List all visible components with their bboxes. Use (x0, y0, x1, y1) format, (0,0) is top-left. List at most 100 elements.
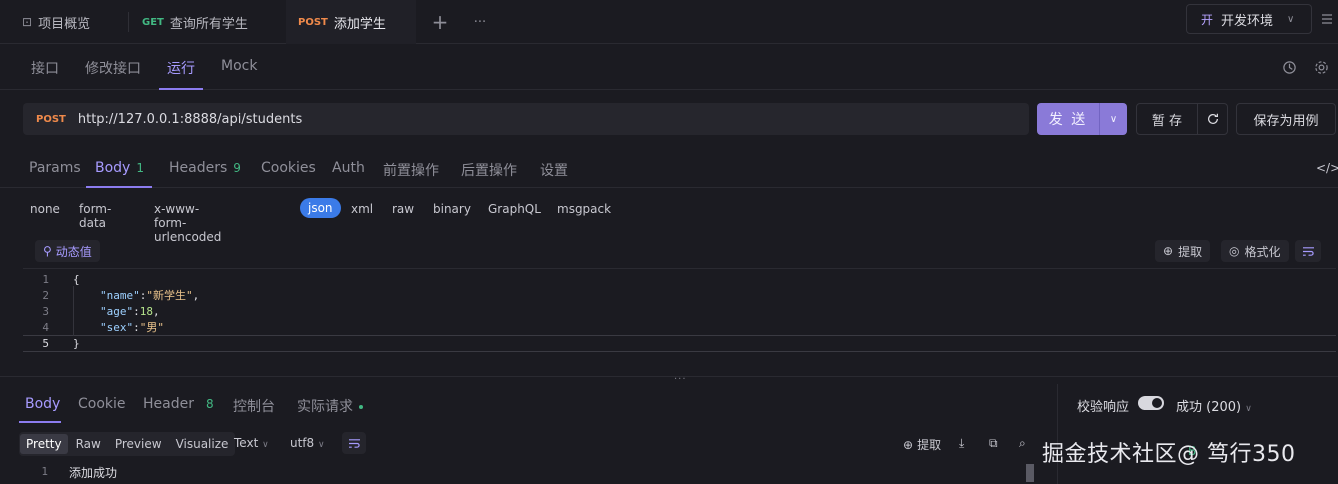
view-preview[interactable]: Preview (109, 434, 168, 454)
reset-button[interactable] (1197, 103, 1228, 135)
tab-post-ops[interactable]: 后置操作 (461, 160, 517, 180)
scrollbar[interactable] (1026, 464, 1034, 482)
method-post-badge: POST (298, 16, 328, 28)
request-tabs: Params Body 1 Headers 9 Cookies Auth 前置操作 … (0, 148, 1338, 188)
format-select[interactable]: Text ∨ (234, 436, 269, 450)
resp-tab-actual-label: 实际请求 (297, 399, 353, 415)
json-key: "sex" (100, 321, 134, 334)
save-temp-label: 暂 存 (1151, 113, 1183, 129)
code-line-current: 5 } (23, 335, 1336, 352)
url-text[interactable]: http://127.0.0.1:8888/api/students (78, 112, 302, 127)
tab-get-students[interactable]: GET 查询所有学生 (142, 0, 248, 44)
env-badge: 开 (1201, 12, 1214, 27)
resp-extract-button[interactable]: ⊕ 提取 (903, 436, 941, 453)
body-type-xml[interactable]: xml (351, 202, 373, 216)
body-type-none[interactable]: none (30, 202, 60, 216)
url-input[interactable]: POST http://127.0.0.1:8888/api/students (23, 103, 1029, 135)
code-icon[interactable]: </> (1316, 161, 1338, 175)
tab-cookies[interactable]: Cookies (261, 160, 316, 176)
env-label: 开发环境 (1221, 13, 1274, 29)
response-body[interactable]: 1 添加成功 (0, 462, 1040, 484)
body-type-graphql[interactable]: GraphQL (488, 202, 541, 216)
resp-tab-console[interactable]: 控制台 (233, 396, 275, 416)
tab-headers-label: Headers (169, 160, 228, 176)
environment-select[interactable]: 开 开发环境 ∨ (1186, 4, 1312, 34)
tab-params[interactable]: Params (29, 160, 81, 176)
code-text: } (73, 337, 80, 350)
send-dropdown[interactable]: ∨ (1099, 103, 1127, 135)
settings-button[interactable] (1312, 58, 1330, 76)
save-case-label: 保存为用例 (1253, 113, 1319, 129)
download-icon: ⤓ (959, 436, 965, 450)
json-key: "age" (100, 304, 134, 318)
resp-tab-cookie[interactable]: Cookie (78, 396, 126, 412)
body-type-raw[interactable]: raw (392, 202, 414, 216)
menu-button[interactable] (1318, 10, 1336, 28)
subnav-edit-interface[interactable]: 修改接口 (85, 58, 141, 78)
code-line: 3 "age":18, (23, 303, 1336, 319)
format-label: 格式化 (1244, 244, 1281, 259)
body-type-json[interactable]: json (300, 198, 341, 218)
subnav-mock[interactable]: Mock (221, 58, 257, 74)
copy-icon: ⧉ (989, 436, 998, 450)
line-number: 5 (42, 337, 49, 350)
resp-tab-actual-request[interactable]: 实际请求 (297, 396, 363, 416)
body-type-binary[interactable]: binary (433, 202, 471, 216)
body-type-form-data[interactable]: form-data (79, 202, 111, 230)
history-button[interactable] (1280, 58, 1298, 76)
view-raw[interactable]: Raw (70, 434, 107, 454)
search-icon: ⌕ (1019, 436, 1026, 450)
tab-settings[interactable]: 设置 (540, 160, 568, 180)
resp-tab-header[interactable]: Header 8 (143, 396, 214, 412)
save-as-case-button[interactable]: 保存为用例 (1236, 103, 1336, 135)
view-pretty[interactable]: Pretty (20, 434, 68, 454)
response-text: 添加成功 (69, 466, 118, 480)
tab-body-label: Body (95, 160, 131, 176)
response-view-switch: Pretty Raw Preview Visualize (19, 432, 236, 456)
body-type-msgpack[interactable]: msgpack (557, 202, 611, 216)
tab-post-add-student[interactable]: POST 添加学生 (286, 0, 416, 44)
validate-response-toggle[interactable] (1138, 396, 1164, 410)
method-select[interactable]: POST (36, 114, 66, 125)
search-button[interactable]: ⌕ (1019, 436, 1026, 451)
extract-label: 提取 (1178, 244, 1203, 259)
dynamic-value-button[interactable]: ⚲ 动态值 (35, 240, 100, 262)
active-underline (86, 186, 152, 188)
tab-pre-ops[interactable]: 前置操作 (383, 160, 439, 180)
status-text[interactable]: 成功 (200) ∨ (1176, 396, 1252, 415)
line-number: 1 (42, 272, 49, 286)
send-button[interactable]: 发 送 (1037, 103, 1099, 135)
subnav-run[interactable]: 运行 (167, 58, 195, 78)
wrap-icon (1302, 246, 1314, 256)
body-count-badge: 1 (136, 161, 144, 175)
code-text: "name":"新学生", (100, 289, 200, 302)
save-temp-button[interactable]: 暂 存 (1136, 103, 1198, 135)
chevron-down-icon: ∨ (1109, 113, 1118, 125)
method-get-badge: GET (142, 16, 164, 28)
download-button[interactable]: ⤓ (959, 436, 964, 451)
view-visualize[interactable]: Visualize (170, 434, 235, 454)
code-line: 4 "sex":"男" (23, 319, 1336, 335)
copy-button[interactable]: ⧉ (989, 436, 998, 451)
plus-icon: + (431, 10, 449, 34)
tab-label: 查询所有学生 (169, 16, 248, 32)
add-tab-button[interactable]: + (428, 10, 452, 34)
tab-headers[interactable]: Headers 9 (169, 160, 241, 176)
resp-tab-body[interactable]: Body (25, 396, 60, 412)
panel-splitter[interactable]: ··· (0, 374, 1338, 385)
active-underline (159, 88, 203, 90)
format-button[interactable]: ◎ 格式化 (1221, 240, 1289, 262)
tab-body[interactable]: Body 1 (95, 160, 144, 176)
extract-icon: ⊕ (1163, 244, 1174, 258)
resp-wrap-button[interactable] (342, 432, 366, 454)
tab-auth[interactable]: Auth (332, 160, 365, 176)
json-value: "男" (139, 321, 164, 334)
json-editor[interactable]: 1 { 2 "name":"新学生", 3 "age":18, 4 "sex":… (23, 270, 1336, 356)
tab-project-overview[interactable]: ⊡ 项目概览 (22, 0, 90, 44)
extract-button[interactable]: ⊕ 提取 (1155, 240, 1211, 262)
encoding-select[interactable]: utf8 ∨ (290, 436, 325, 450)
wrap-button[interactable] (1295, 240, 1321, 262)
subnav-interface[interactable]: 接口 (31, 58, 59, 78)
more-tabs-button[interactable]: ··· (468, 10, 492, 34)
api-sub-nav: 接口 修改接口 运行 Mock (0, 44, 1338, 90)
